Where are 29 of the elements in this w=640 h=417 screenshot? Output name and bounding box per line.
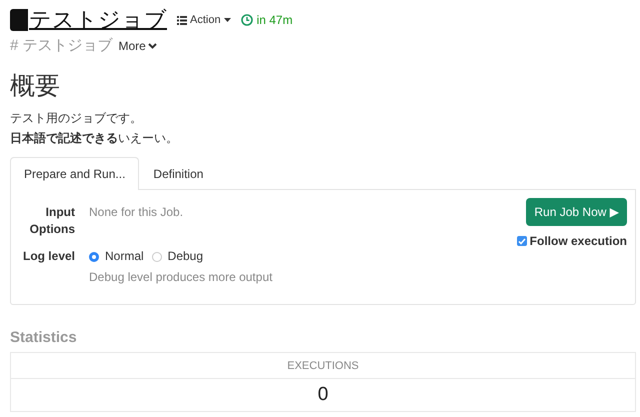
table-cell-text: 0 — [316, 383, 330, 407]
help-text: Debug level produces more output — [89, 269, 272, 286]
clock-icon — [240, 14, 253, 26]
book-icon — [10, 9, 28, 31]
statistics-heading: Statistics — [10, 329, 78, 346]
follow-checkbox[interactable]: Follow execution — [516, 234, 627, 248]
radio-button[interactable] — [89, 252, 99, 262]
field-label: Log level — [22, 248, 75, 265]
section-heading: 概要 — [10, 71, 61, 102]
field-value: None for this Job. — [89, 204, 184, 221]
checkbox[interactable] — [516, 236, 527, 246]
caret-icon — [224, 18, 231, 22]
radio-option[interactable]: Normal — [89, 248, 144, 265]
field-label: Input Options — [28, 204, 75, 238]
description-text: テスト用のジョブです。 — [10, 110, 143, 127]
more-link[interactable]: More — [118, 39, 157, 53]
description-text: 日本語で記述できるいえーい。 — [10, 130, 179, 147]
tab[interactable]: Definition — [139, 157, 218, 190]
tab[interactable]: Prepare and Run... — [10, 157, 140, 190]
run-job-button[interactable]: Run Job Now ▶ — [526, 198, 627, 226]
column-header: EXECUTIONS — [286, 359, 360, 374]
list-icon — [177, 16, 187, 24]
check-icon — [518, 238, 526, 244]
job-group: # テストジョブ — [10, 36, 113, 55]
radio-option[interactable]: Debug — [152, 248, 204, 265]
chevron-icon — [148, 43, 157, 49]
action-dropdown[interactable]: Action — [177, 14, 231, 26]
radio-button[interactable] — [152, 252, 162, 262]
schedule-text: in 47m — [256, 13, 293, 27]
